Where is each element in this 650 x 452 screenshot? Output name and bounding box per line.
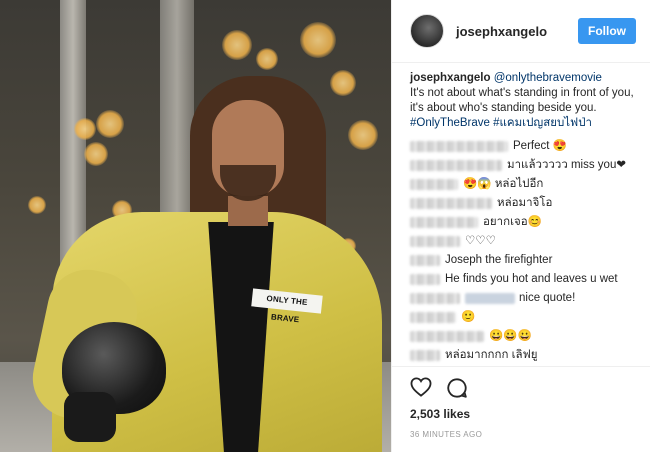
bokeh-light: [28, 196, 46, 214]
bokeh-light: [256, 48, 278, 70]
comment-row: 😍😱 หล่อไปอีก: [410, 175, 636, 194]
comment-row: หล่อมากกกก เลิฟยู: [410, 346, 636, 365]
blurred-username: [410, 160, 502, 171]
bokeh-light: [348, 120, 378, 150]
avatar[interactable]: [410, 14, 444, 48]
post-side-panel: josephxangelo Follow josephxangelo @only…: [391, 0, 650, 452]
blurred-username: [410, 236, 460, 247]
comment-text: Perfect 😍: [513, 140, 567, 152]
follow-button[interactable]: Follow: [578, 18, 636, 44]
post-photo[interactable]: ONLY THE BRAVE: [0, 0, 391, 452]
caption-username[interactable]: josephxangelo: [410, 72, 491, 84]
caption-mention[interactable]: @onlythebravemovie: [494, 72, 602, 84]
blurred-username: [410, 198, 492, 209]
header-username[interactable]: josephxangelo: [456, 24, 578, 39]
bokeh-light: [300, 22, 336, 58]
comment-text: ♡♡♡: [465, 235, 496, 247]
blurred-username: [410, 293, 460, 304]
comment-text: He finds you hot and leaves u wet: [445, 273, 618, 285]
comment-text: 😀😀😀: [489, 330, 532, 342]
blurred-username: [410, 331, 484, 342]
caption: josephxangelo @onlythebravemovie It's no…: [410, 71, 636, 131]
comment-row: 🙂: [410, 308, 636, 327]
comment-text: หล่อมากกกก เลิฟยู: [445, 349, 538, 361]
blurred-username: [410, 217, 478, 228]
action-bar: [410, 377, 468, 399]
post-header: josephxangelo Follow: [392, 0, 650, 63]
comment-row: Joseph the firefighter: [410, 251, 636, 270]
comment-row: 😀😀😀: [410, 327, 636, 346]
blurred-username: [410, 141, 508, 152]
blurred-username: [410, 255, 440, 266]
blurred-username: [410, 179, 458, 190]
comment-row: อยากเจอ😊: [410, 213, 636, 232]
divider: [392, 366, 650, 367]
comment-text: มาแล้ววววว miss you❤: [507, 159, 626, 171]
blurred-username: [410, 274, 440, 285]
comment-row: มาแล้ววววว miss you❤: [410, 156, 636, 175]
caption-hashtags[interactable]: #OnlyTheBrave #แคมเปญสยบไฟป่า: [410, 117, 592, 129]
glove: [64, 392, 116, 442]
post-timestamp[interactable]: 36 MINUTES AGO: [410, 430, 482, 439]
bokeh-light: [74, 118, 96, 140]
blurred-username: [410, 350, 440, 361]
bokeh-light: [84, 142, 108, 166]
comment-text: 🙂: [461, 311, 476, 323]
comment-row: หล่อมาจิโอ: [410, 194, 636, 213]
bokeh-light: [330, 70, 356, 96]
comment-row: nice quote!: [410, 289, 636, 308]
heart-icon[interactable]: [410, 377, 432, 399]
comment-text: อยากเจอ😊: [483, 216, 542, 228]
comment-text: 😍😱 หล่อไปอีก: [463, 178, 544, 190]
comment-row: Perfect 😍: [410, 137, 636, 156]
instagram-post: ONLY THE BRAVE josephxangelo Follow jose…: [0, 0, 650, 452]
comment-icon[interactable]: [446, 377, 468, 399]
blurred-mention[interactable]: [465, 293, 515, 304]
blurred-username: [410, 312, 456, 323]
likes-count[interactable]: 2,503 likes: [410, 407, 470, 421]
comments-list[interactable]: josephxangelo @onlythebravemovie It's no…: [392, 63, 650, 371]
comment-row: He finds you hot and leaves u wet: [410, 270, 636, 289]
bokeh-light: [222, 30, 252, 60]
comment-row: ♡♡♡: [410, 232, 636, 251]
bokeh-light: [96, 110, 124, 138]
caption-text: It's not about what's standing in front …: [410, 87, 634, 114]
comment-text: nice quote!: [519, 292, 576, 304]
comment-text: หล่อมาจิโอ: [497, 197, 553, 209]
comment-text: Joseph the firefighter: [445, 254, 553, 266]
